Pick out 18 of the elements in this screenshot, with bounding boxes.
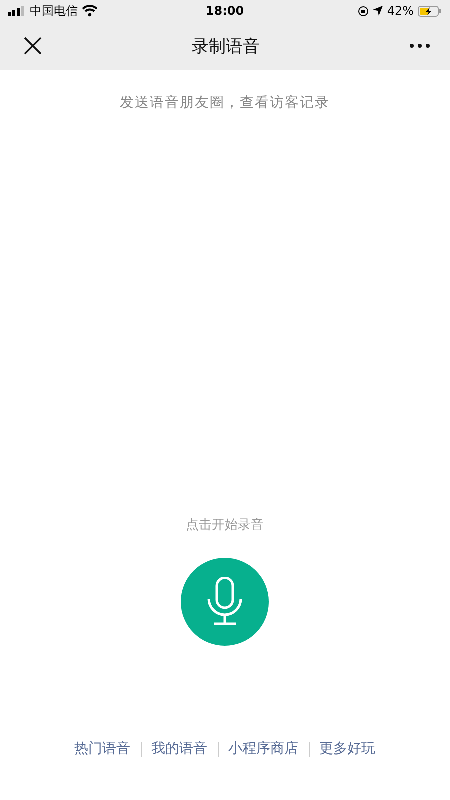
location-icon [373,6,384,16]
carrier-name: 中国电信 [30,2,78,20]
record-hint: 点击开始录音 [185,517,265,534]
footer-link[interactable]: 小程序商店 [228,740,298,758]
nav-title: 录制语音 [192,36,260,58]
signal-icon [8,6,26,16]
footer-link[interactable]: 我的语音 [152,740,208,758]
subtitle: 发送语音朋友圈，查看访客记录 [119,94,331,112]
microphone-icon [207,577,243,627]
close-icon[interactable] [24,37,42,55]
wifi-icon [82,5,98,17]
status-time: 18:00 [206,4,244,18]
battery-icon [418,6,442,16]
footer-link[interactable]: 更多好玩 [320,740,376,758]
battery-percent: 42% [387,4,414,18]
rotation-lock-icon [358,6,370,16]
footer-link[interactable]: 热门语音 [74,740,130,758]
more-icon[interactable] [410,44,430,48]
